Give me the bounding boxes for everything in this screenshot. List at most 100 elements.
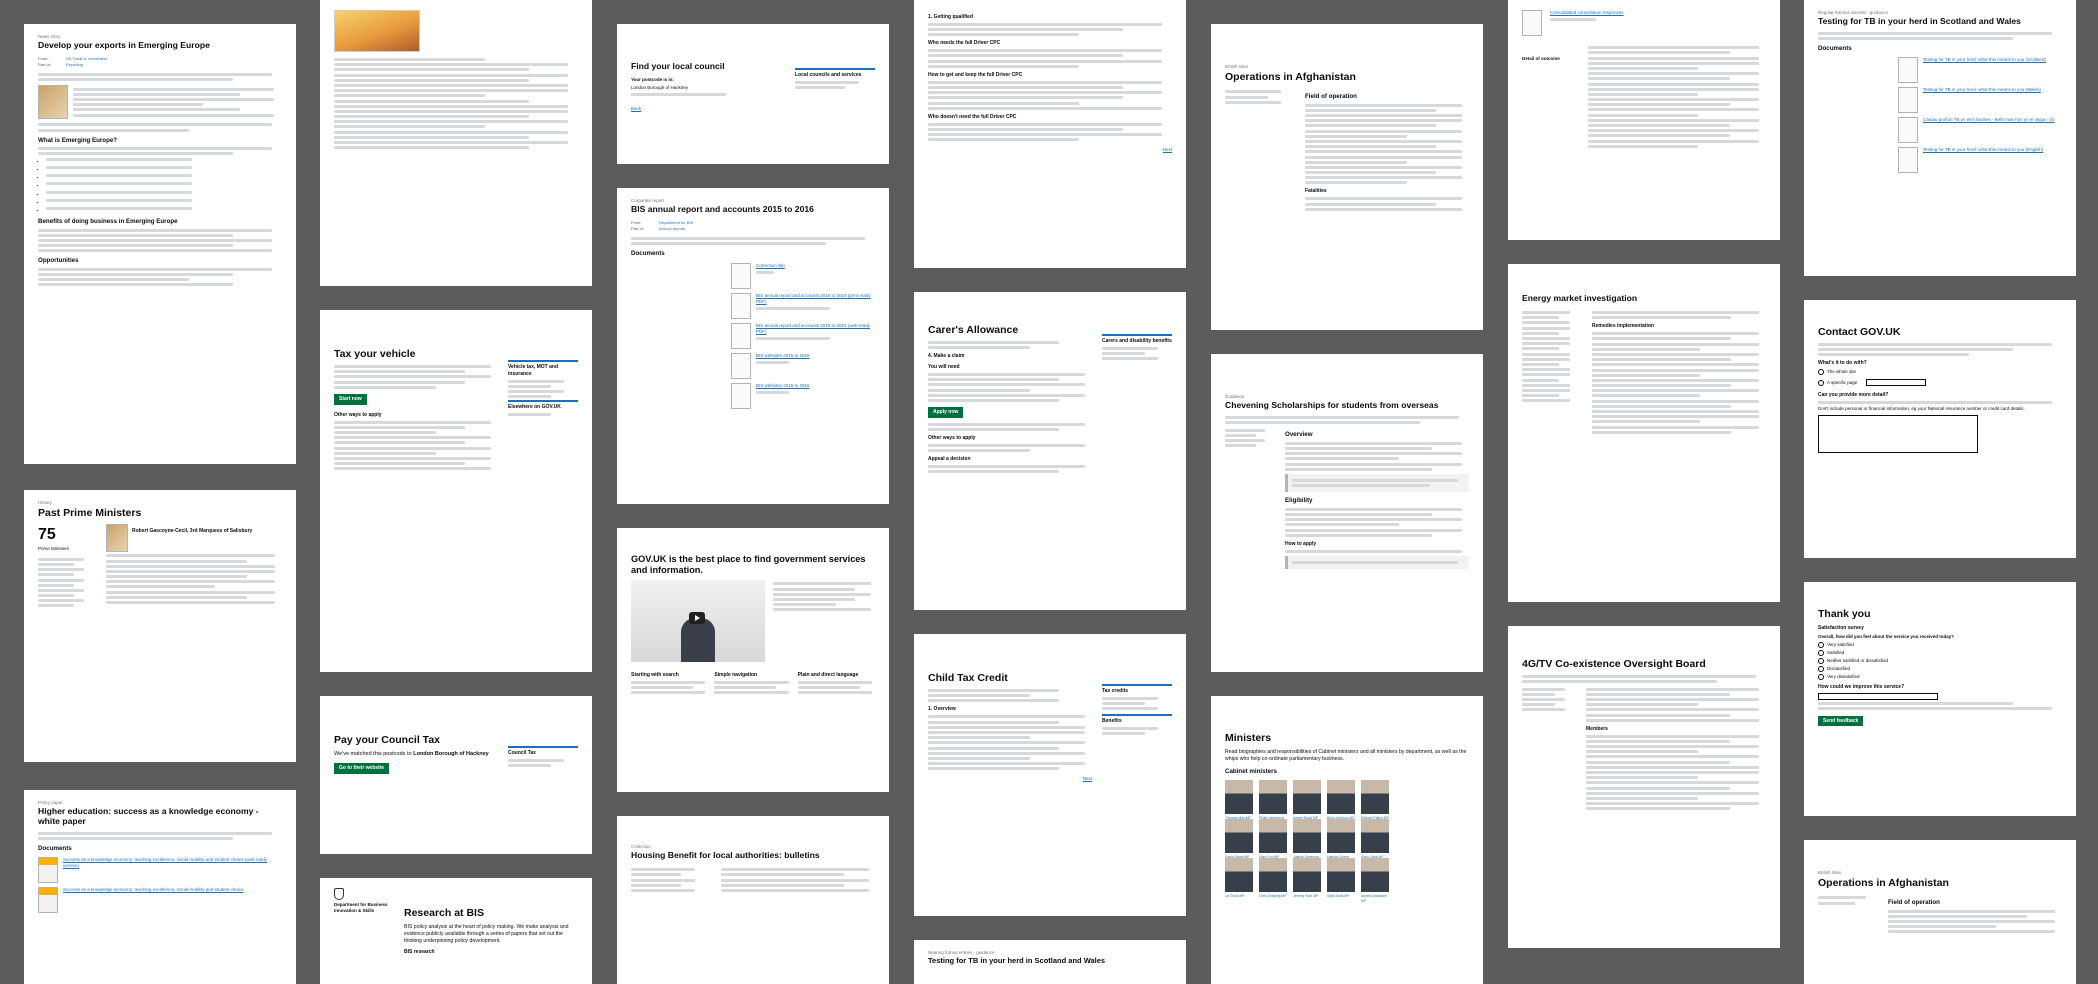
back-link[interactable]: Back: [631, 106, 641, 111]
page-title: Research at BIS: [404, 907, 484, 919]
minister-portrait[interactable]: Chris Grayling MP: [1259, 858, 1287, 898]
minister-name[interactable]: Liz Truss MP: [1225, 894, 1253, 899]
higher-education-card: Policy paper Higher education: success a…: [24, 790, 296, 984]
minister-portrait[interactable]: Damian Green MP: [1327, 819, 1355, 864]
minister-portrait[interactable]: Justine Greening MP: [1293, 819, 1321, 864]
section-heading: Who needs the full Driver CPC: [928, 40, 1001, 47]
radio-specific-page[interactable]: A specific page: [1818, 377, 2062, 388]
page-title: Chevening Scholarships for students from…: [1225, 400, 1439, 411]
related-heading: Benefits: [1102, 714, 1172, 725]
minister-portrait[interactable]: Jeremy Hunt MP: [1293, 858, 1321, 898]
satisfaction-radio[interactable]: Dissatisfied: [1818, 666, 2062, 673]
page-title: Child Tax Credit: [928, 672, 1008, 684]
lead-text: Read biographies and responsibilities of…: [1225, 749, 1467, 763]
minister-name[interactable]: Andrea Leadsom MP: [1361, 894, 1389, 903]
document-link[interactable]: BIS websites 2015 to 2016: [756, 383, 810, 388]
document-thumbnail: [38, 887, 58, 914]
feature-heading: Simple navigation: [714, 672, 758, 679]
document-link[interactable]: Testing for TB in your herd: what this m…: [1923, 87, 2041, 113]
minister-grid: Theresa May MPPhilip Hammond MPAmber Rud…: [1225, 780, 1469, 903]
related-heading: Council Tax: [508, 746, 578, 757]
satisfaction-radio[interactable]: Satisfied: [1818, 650, 2062, 656]
apply-now-button[interactable]: Apply now: [928, 407, 964, 418]
document-link[interactable]: BIS annual report and accounts 2015 to 2…: [756, 323, 870, 334]
minister-portrait[interactable]: Boris Johnson MP: [1327, 780, 1355, 820]
next-link[interactable]: Next: [1083, 776, 1092, 782]
section-heading: How to get and keep the full Driver CPC: [928, 71, 1023, 78]
minister-portrait[interactable]: Greg Clark MP: [1361, 819, 1389, 859]
kicker: British Isles: [1225, 64, 1249, 69]
document-link[interactable]: Correction slip: [756, 263, 785, 268]
page-title: Testing for TB in your herd in Scotland …: [928, 956, 1106, 966]
page-title: Testing for TB in your herd in Scotland …: [1818, 16, 2021, 27]
section-heading: 1. Getting qualified: [928, 14, 974, 20]
satisfaction-radio[interactable]: Very satisfied: [1818, 642, 2062, 648]
section-heading: Field of operation: [1305, 93, 1357, 101]
improve-input[interactable]: [1818, 692, 1938, 700]
document-link[interactable]: BIS annual report and accounts 2015 to 2…: [756, 293, 871, 304]
related-heading: Elsewhere on GOV.UK: [508, 400, 578, 411]
document-link[interactable]: Testing for TB in your herd: what this m…: [1923, 57, 2046, 83]
question-label: Overall, how did you feel about the serv…: [1818, 633, 1955, 639]
section-heading: You will need: [928, 364, 960, 370]
minister-name[interactable]: Jeremy Hunt MP: [1293, 894, 1321, 899]
pm-name: Robert Gascoyne-Cecil, 3rd Marquess of S…: [132, 528, 253, 535]
section-heading: 1. Overview: [928, 706, 956, 713]
operations-afghanistan-card-2: British Isles Operations in Afghanistan …: [1804, 840, 2076, 984]
page-title: Past Prime Ministers: [38, 507, 142, 520]
intro-video[interactable]: [631, 580, 765, 663]
section-heading: Eligibility: [1285, 497, 1313, 505]
minister-portrait[interactable]: Liz Truss MP: [1225, 858, 1253, 898]
document-link[interactable]: BIS websites 2015 to 2016: [756, 353, 810, 358]
minister-portrait[interactable]: Sajid Javid MP: [1327, 858, 1355, 898]
start-now-button[interactable]: Start now: [334, 394, 367, 405]
radio-label: Very satisfied: [1827, 641, 1854, 647]
pm-count-label: Prime Ministers: [38, 545, 70, 551]
bis-annual-report-card: Corporate report BIS annual report and a…: [617, 188, 889, 504]
minister-portrait[interactable]: Amber Rudd MP: [1293, 780, 1321, 820]
radio-whole-site[interactable]: The whole site: [1818, 369, 2062, 376]
send-feedback-button[interactable]: Send feedback: [1818, 715, 1864, 727]
page-title: Housing Benefit for local authorities: b…: [631, 850, 820, 861]
minister-portrait[interactable]: David Davis MP: [1225, 819, 1253, 859]
document-thumbnail: [38, 857, 58, 884]
play-icon[interactable]: [689, 612, 705, 625]
tb-testing-card-bottom: Nearing formal entries - guidance Testin…: [914, 940, 1186, 984]
minister-portrait[interactable]: Michael Fallon MP: [1361, 780, 1389, 820]
page-title: Find your local council: [631, 61, 725, 71]
radio-label: Very dissatisfied: [1827, 674, 1860, 680]
tax-your-vehicle-card: Tax your vehicle Start now Other ways to…: [320, 310, 592, 672]
related-heading: Carers and disability benefits: [1102, 334, 1172, 345]
document-link[interactable]: Testing for TB in your herd: what this m…: [1923, 147, 2043, 173]
lead-text: Your postcode is in:: [631, 76, 674, 82]
section-heading: Overview: [1285, 431, 1313, 439]
satisfaction-radio[interactable]: Neither satisfied or dissatisfied: [1818, 658, 2062, 665]
section-heading: What is Emerging Europe?: [38, 136, 118, 144]
minister-name[interactable]: Chris Grayling MP: [1259, 894, 1287, 899]
research-bis-card: Department for Business Innovation & Ski…: [320, 878, 592, 984]
satisfaction-radio[interactable]: Very dissatisfied: [1818, 674, 2062, 681]
minister-portrait[interactable]: Philip Hammond MP: [1259, 780, 1287, 825]
page-title: BIS annual report and accounts 2015 to 2…: [631, 204, 814, 215]
document-link[interactable]: Success as a knowledge economy: teaching…: [63, 857, 282, 883]
related-heading: Tax credits: [1102, 684, 1172, 695]
page-title: Thank you: [1818, 608, 1871, 620]
regions-card: [320, 0, 592, 286]
minister-name[interactable]: Sajid Javid MP: [1327, 894, 1355, 899]
document-link[interactable]: Success as a knowledge economy: teaching…: [63, 887, 244, 913]
article-image: [38, 85, 68, 120]
document-link[interactable]: Consolidated consultation responses: [1550, 10, 1624, 15]
details-textarea[interactable]: [1818, 415, 1978, 454]
question-label: Can you provide more detail?: [1818, 392, 1889, 399]
minister-portrait[interactable]: Theresa May MP: [1225, 780, 1253, 820]
go-to-website-button[interactable]: Go to their website: [334, 763, 390, 775]
minister-portrait[interactable]: Andrea Leadsom MP: [1361, 858, 1389, 903]
next-link[interactable]: Next: [1163, 147, 1172, 153]
lead-text: BIS policy analysis at the heart of poli…: [404, 924, 569, 945]
document-link[interactable]: Camau profion TB yn eich buches - Beth m…: [1923, 117, 2055, 143]
feature-heading: Plain and direct language: [797, 672, 859, 679]
page-title: Higher education: success as a knowledge…: [38, 806, 259, 826]
driver-cpc-card: 1. Getting qualified Who needs the full …: [914, 0, 1186, 268]
minister-portrait[interactable]: Liam Fox MP: [1259, 819, 1287, 859]
tv-coexistence-card: 4G/TV Co-existence Oversight Board Membe…: [1508, 626, 1780, 948]
